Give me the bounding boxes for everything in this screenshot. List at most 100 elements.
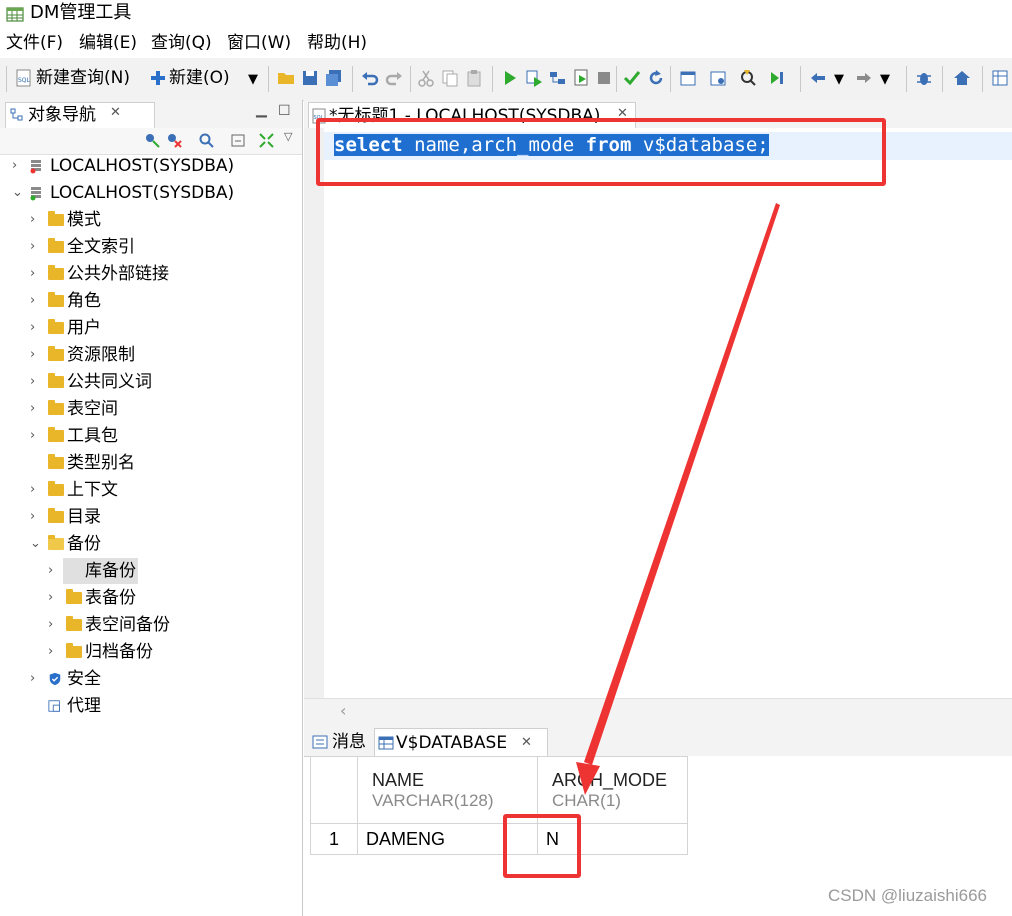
connect-icon[interactable] xyxy=(144,132,161,149)
tree-item[interactable]: › 公共外部链接 xyxy=(0,261,300,287)
tree-item[interactable]: › 表空间 xyxy=(0,396,300,422)
table-row[interactable]: 1 DAMENG N xyxy=(310,823,688,855)
tree-item[interactable]: › 归档备份 xyxy=(0,639,300,665)
column-name: NAME xyxy=(372,769,425,790)
tree-item[interactable]: › 模式 xyxy=(0,207,300,233)
forward-dropdown-icon[interactable]: ▼ xyxy=(880,69,890,91)
open-folder-icon[interactable] xyxy=(276,68,296,88)
run-script-icon[interactable] xyxy=(572,68,592,88)
menu-window[interactable]: 窗口(W) xyxy=(227,32,291,54)
commit-check-icon[interactable] xyxy=(622,68,642,88)
explain-plan-icon[interactable] xyxy=(548,68,568,88)
column-name: ARCH_MODE xyxy=(552,769,668,790)
tab-object-navigator[interactable]: 对象导航 ✕ xyxy=(5,102,155,129)
tree-item[interactable]: › 表空间备份 xyxy=(0,612,300,638)
chevron-right-icon[interactable]: › xyxy=(30,477,42,503)
menu-edit[interactable]: 编辑(E) xyxy=(79,32,137,54)
chevron-down-icon[interactable]: ⌄ xyxy=(30,531,42,557)
save-icon[interactable] xyxy=(300,68,320,88)
tree-item-label: LOCALHOST(SYSDBA) xyxy=(50,156,235,176)
chevron-right-icon[interactable]: › xyxy=(30,315,42,341)
back-arrow-icon[interactable] xyxy=(808,68,828,88)
table-view-icon[interactable] xyxy=(990,68,1010,88)
tree-item[interactable]: › 全文索引 xyxy=(0,234,300,260)
editor-horizontal-scrollbar[interactable]: ‹ xyxy=(304,698,1012,727)
tree-item-label: 代理 xyxy=(67,696,101,716)
chevron-right-icon[interactable]: › xyxy=(30,207,42,233)
chevron-down-icon[interactable]: ⌄ xyxy=(12,180,24,206)
scroll-left-icon[interactable]: ‹ xyxy=(340,701,346,720)
chevron-right-icon[interactable]: › xyxy=(48,639,60,665)
home-icon[interactable] xyxy=(952,68,972,88)
toolbar-separator xyxy=(670,66,671,92)
chevron-right-icon[interactable]: › xyxy=(30,666,42,692)
chevron-right-icon[interactable]: › xyxy=(30,342,42,368)
paste-icon[interactable] xyxy=(464,68,484,88)
rollback-icon[interactable] xyxy=(646,68,666,88)
chevron-right-icon[interactable]: › xyxy=(30,369,42,395)
toolbar-separator xyxy=(942,66,943,92)
cut-icon[interactable] xyxy=(416,68,436,88)
stop-icon[interactable] xyxy=(594,68,614,88)
chevron-right-icon[interactable]: › xyxy=(30,504,42,530)
chevron-right-icon[interactable]: › xyxy=(30,423,42,449)
search-icon[interactable] xyxy=(198,132,215,149)
tree-item-label: 备份 xyxy=(67,534,101,554)
forward-arrow-icon[interactable] xyxy=(854,68,874,88)
view-menu-icon[interactable]: ▽ xyxy=(284,130,292,143)
run-step-icon[interactable] xyxy=(524,68,544,88)
maximize-icon[interactable]: ☐ xyxy=(278,103,291,119)
folder-icon xyxy=(48,211,64,226)
new-query-button[interactable]: 新建查询(N) xyxy=(36,67,130,89)
tree-item[interactable]: 代理 xyxy=(0,693,300,719)
tree-item[interactable]: › 上下文 xyxy=(0,477,300,503)
menu-help[interactable]: 帮助(H) xyxy=(307,32,367,54)
chevron-right-icon[interactable]: › xyxy=(30,234,42,260)
toolbar-separator xyxy=(492,66,493,92)
new-dropdown-icon[interactable]: ▼ xyxy=(248,69,258,91)
back-dropdown-icon[interactable]: ▼ xyxy=(834,69,844,91)
tree-item[interactable]: › 资源限制 xyxy=(0,342,300,368)
debug-bug-icon[interactable] xyxy=(914,68,934,88)
collapse-all-icon[interactable] xyxy=(230,132,247,149)
run-icon[interactable] xyxy=(500,68,520,88)
format-run-icon[interactable] xyxy=(768,68,788,88)
tree-item[interactable]: ⌄ LOCALHOST(SYSDBA) xyxy=(0,180,300,206)
tree-item[interactable]: 类型别名 xyxy=(0,450,300,476)
chevron-right-icon[interactable]: › xyxy=(48,558,60,584)
redo-icon[interactable] xyxy=(384,68,404,88)
sql-editor[interactable]: select name,arch_mode from v$database; xyxy=(304,128,1012,698)
chevron-right-icon[interactable]: › xyxy=(30,396,42,422)
undo-icon[interactable] xyxy=(360,68,380,88)
save-all-icon[interactable] xyxy=(324,68,344,88)
tree-item[interactable]: › 目录 xyxy=(0,504,300,530)
link-editor-icon[interactable] xyxy=(258,132,275,149)
close-icon[interactable]: ✕ xyxy=(521,729,532,757)
new-button[interactable]: 新建(O) xyxy=(169,67,230,89)
schedule-icon[interactable] xyxy=(678,68,698,88)
menu-file[interactable]: 文件(F) xyxy=(6,32,63,54)
tree-item[interactable]: › 角色 xyxy=(0,288,300,314)
chevron-right-icon[interactable]: › xyxy=(48,585,60,611)
menu-query[interactable]: 查询(Q) xyxy=(151,32,212,54)
tree-item[interactable]: › 公共同义词 xyxy=(0,369,300,395)
chevron-right-icon[interactable]: › xyxy=(30,288,42,314)
chevron-right-icon[interactable]: › xyxy=(30,261,42,287)
tree-item[interactable]: › 库备份 xyxy=(0,558,300,584)
chevron-right-icon[interactable]: › xyxy=(12,153,24,179)
chevron-right-icon[interactable]: › xyxy=(48,612,60,638)
disconnect-icon[interactable] xyxy=(166,132,183,149)
calendar-settings-icon[interactable] xyxy=(708,68,728,88)
tab-v-database[interactable]: V$DATABASE ✕ xyxy=(374,728,548,757)
tree-item[interactable]: › 工具包 xyxy=(0,423,300,449)
minimize-icon[interactable]: ▁ xyxy=(256,102,267,118)
tree-item[interactable]: › 用户 xyxy=(0,315,300,341)
find-icon[interactable] xyxy=(738,68,758,88)
tree-item[interactable]: ⌄ 备份 xyxy=(0,531,300,557)
tab-messages[interactable]: 消息 xyxy=(308,728,372,756)
tree-item[interactable]: › 表备份 xyxy=(0,585,300,611)
copy-icon[interactable] xyxy=(440,68,460,88)
close-icon[interactable]: ✕ xyxy=(110,105,121,120)
tree-item[interactable]: › LOCALHOST(SYSDBA) xyxy=(0,153,300,179)
tree-item[interactable]: › 安全 xyxy=(0,666,300,692)
